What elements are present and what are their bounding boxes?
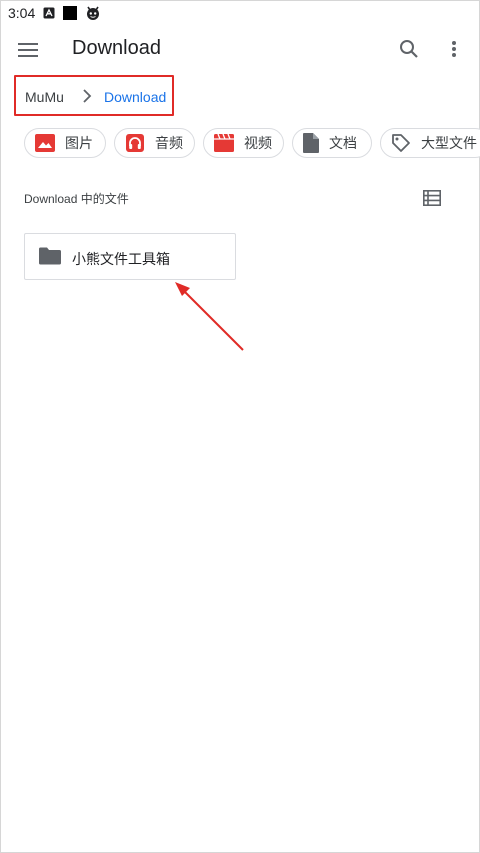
chip-audio-label: 音频 xyxy=(155,135,183,151)
headphones-icon xyxy=(125,133,145,153)
status-a-icon xyxy=(43,7,55,19)
document-icon xyxy=(303,133,319,153)
video-icon xyxy=(214,133,234,153)
folder-item[interactable]: 小熊文件工具箱 xyxy=(24,233,236,280)
more-options-button[interactable] xyxy=(442,37,466,61)
folder-icon xyxy=(39,247,61,265)
search-button[interactable] xyxy=(397,37,421,61)
chip-video[interactable]: 视频 xyxy=(203,128,284,158)
breadcrumb-current[interactable]: Download xyxy=(104,89,166,105)
chip-images[interactable]: 图片 xyxy=(24,128,106,158)
image-icon xyxy=(35,133,55,153)
page-title: Download xyxy=(72,37,161,59)
list-view-icon xyxy=(423,190,441,206)
status-bar: 3:04 xyxy=(0,0,480,26)
tag-icon xyxy=(391,133,411,153)
chip-documents-label: 文档 xyxy=(329,135,357,151)
status-square-icon xyxy=(63,6,78,20)
section-header: Download 中的文件 xyxy=(24,192,129,206)
menu-button[interactable] xyxy=(16,38,40,62)
folder-name: 小熊文件工具箱 xyxy=(72,251,170,267)
search-icon xyxy=(400,40,418,58)
more-vert-icon xyxy=(452,41,456,57)
chip-large-files-label: 大型文件 xyxy=(421,135,477,151)
app-toolbar: Download xyxy=(0,26,480,74)
chip-large-files[interactable]: 大型文件 xyxy=(380,128,480,158)
status-time: 3:04 xyxy=(8,5,36,21)
breadcrumb: MuMu Download xyxy=(14,75,174,116)
chip-audio[interactable]: 音频 xyxy=(114,128,195,158)
chip-images-label: 图片 xyxy=(65,135,93,151)
list-view-toggle-button[interactable] xyxy=(421,188,443,208)
chevron-right-icon xyxy=(79,88,95,104)
breadcrumb-root[interactable]: MuMu xyxy=(25,89,64,105)
chip-video-label: 视频 xyxy=(244,135,272,151)
filter-chips: 图片 音频 视频 文档 大型文件 xyxy=(24,128,480,160)
chip-documents[interactable]: 文档 xyxy=(292,128,372,158)
status-android-icon xyxy=(85,5,101,21)
hamburger-menu-icon xyxy=(18,43,38,57)
